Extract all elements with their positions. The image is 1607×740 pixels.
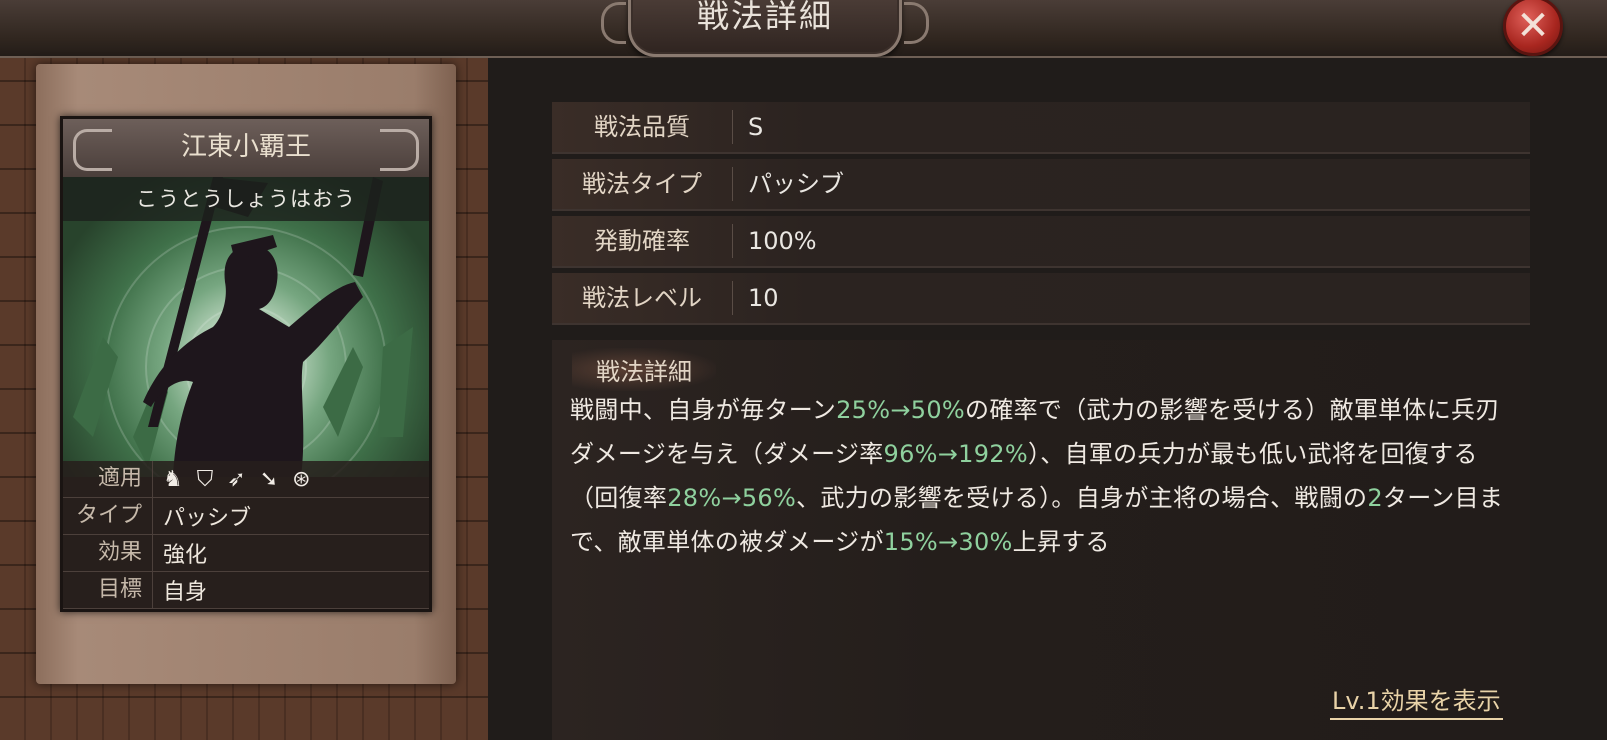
info-row-level: 戦法レベル 10 [552,273,1530,325]
applicable-label: 適用 [63,461,153,497]
row-divider [732,224,733,258]
detail-text-segment: 、武力の影響を受ける）。自身が主将の場合、戦闘の [796,484,1368,512]
highlight-value: 15%→30% [883,528,1013,556]
info-row-type: 戦法タイプ パッシブ [552,159,1530,211]
row-divider [732,167,733,201]
shield-icon: ⛉ [196,466,214,492]
warrior-silhouette-image [73,177,413,477]
highlight-value: 28%→56% [667,484,797,512]
title-plate: 戦法詳細 [601,0,929,57]
tactic-reading: こうとうしょうはおう [63,177,429,221]
type-value: パッシブ [163,506,252,531]
highlight-value: 25%→50% [836,396,966,424]
page-title: 戦法詳細 [696,0,833,35]
stat-row-target: 目標 自身 [63,572,429,609]
type-label: タイプ [63,498,153,534]
detail-text-segment: 戦闘中、自身が毎ターン [570,396,837,424]
close-icon: ✕ [1516,3,1550,49]
card-stats: 適用 ♞ ⛉ ➶ ➘ ⊛ タイプ パッシブ 効果 強化 目標 自身 [63,461,429,609]
rate-value: 100% [748,227,817,255]
show-lv1-effect-link[interactable]: Lv.1効果を表示 [1330,684,1503,720]
row-divider [732,110,733,144]
rate-label: 発動確率 [594,227,690,255]
row-divider [732,281,733,315]
tactic-card: 江東小覇王 こうとうしょうはおう 適用 ♞ ⛉ ➶ ➘ ⊛ タイプ パッシブ 効… [60,116,432,612]
applicable-icons: ♞ ⛉ ➶ ➘ ⊛ [153,467,311,492]
effect-value: 強化 [163,543,208,568]
bow-icon: ➶ [227,466,246,492]
tactic-type-value: パッシブ [748,170,844,198]
detail-box: 戦法詳細 戦闘中、自身が毎ターン25%→50%の確率で（武力の影響を受ける）敵軍… [552,340,1530,740]
tactic-name: 江東小覇王 [63,119,429,177]
cavalry-icon: ♞ [163,466,183,492]
stat-row-applicable: 適用 ♞ ⛉ ➶ ➘ ⊛ [63,461,429,498]
wheel-icon: ⊛ [292,466,311,492]
level-label: 戦法レベル [582,284,702,312]
tactic-illustration [63,177,429,477]
highlight-value: 2 [1367,484,1383,512]
tactic-type-label: 戦法タイプ [582,170,702,198]
info-row-rate: 発動確率 100% [552,216,1530,268]
detail-text-segment: 上昇する [1012,528,1110,556]
info-row-quality: 戦法品質 S [552,102,1530,154]
stat-row-type: タイプ パッシブ [63,498,429,535]
stat-row-effect: 効果 強化 [63,535,429,572]
detail-label: 戦法詳細 [572,348,716,391]
level-value: 10 [748,284,779,312]
quality-label: 戦法品質 [594,113,690,141]
detail-description: 戦闘中、自身が毎ターン25%→50%の確率で（武力の影響を受ける）敵軍単体に兵刃… [570,388,1522,564]
effect-label: 効果 [63,535,153,571]
target-label: 目標 [63,572,153,608]
highlight-value: 96%→192% [883,440,1028,468]
spear-icon: ➘ [259,466,279,492]
quality-value: S [748,113,764,141]
target-value: 自身 [163,580,208,605]
